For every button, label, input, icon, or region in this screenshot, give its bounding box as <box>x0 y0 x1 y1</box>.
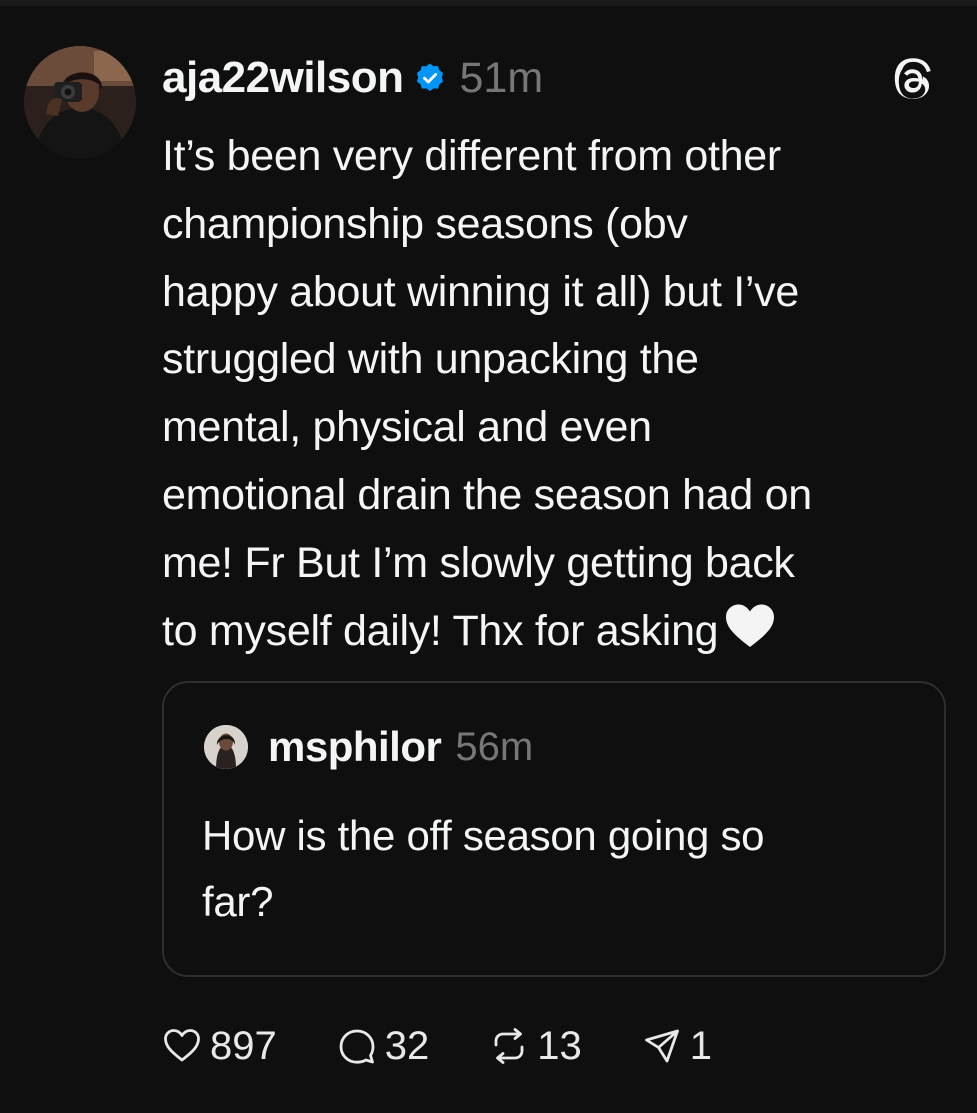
quoted-post-timestamp: 56m <box>455 724 534 769</box>
heart-icon <box>164 1029 200 1062</box>
quoted-author-avatar[interactable] <box>204 725 248 769</box>
share-button[interactable]: 1 <box>642 1024 712 1069</box>
author-username[interactable]: aja22wilson <box>162 53 404 103</box>
quoted-post-header: msphilor 56m <box>268 719 533 775</box>
author-avatar[interactable] <box>24 46 136 158</box>
like-button[interactable]: 897 <box>162 1024 277 1069</box>
share-icon <box>644 1029 679 1063</box>
like-count: 897 <box>210 1023 277 1068</box>
reply-count: 32 <box>384 1023 430 1068</box>
repost-icon <box>494 1028 524 1064</box>
comment-icon <box>339 1029 375 1064</box>
quoted-post-text: How is the off season going so far? <box>202 812 765 925</box>
divider <box>0 0 977 6</box>
repost-button[interactable]: 13 <box>489 1024 582 1069</box>
threads-logo-icon[interactable] <box>893 57 937 101</box>
threads-post: aja22wilson 51m It’s been very different… <box>0 0 977 1113</box>
post-body: It’s been very different from other cham… <box>162 123 957 665</box>
quoted-author-username[interactable]: msphilor <box>268 723 442 771</box>
post-header: aja22wilson 51m <box>162 52 543 104</box>
avatar-photo <box>24 46 136 158</box>
quoted-post-card[interactable]: msphilor 56m How is the off season going… <box>162 681 946 977</box>
share-count: 1 <box>689 1023 712 1068</box>
reply-button[interactable]: 32 <box>337 1023 430 1069</box>
white-heart-emoji-icon <box>724 602 776 648</box>
verified-badge-icon <box>414 62 446 94</box>
repost-count: 13 <box>537 1023 582 1068</box>
post-text: It’s been very different from other cham… <box>162 132 812 655</box>
post-timestamp: 51m <box>459 53 544 102</box>
post-actions: 897 32 13 1 <box>162 1018 712 1074</box>
